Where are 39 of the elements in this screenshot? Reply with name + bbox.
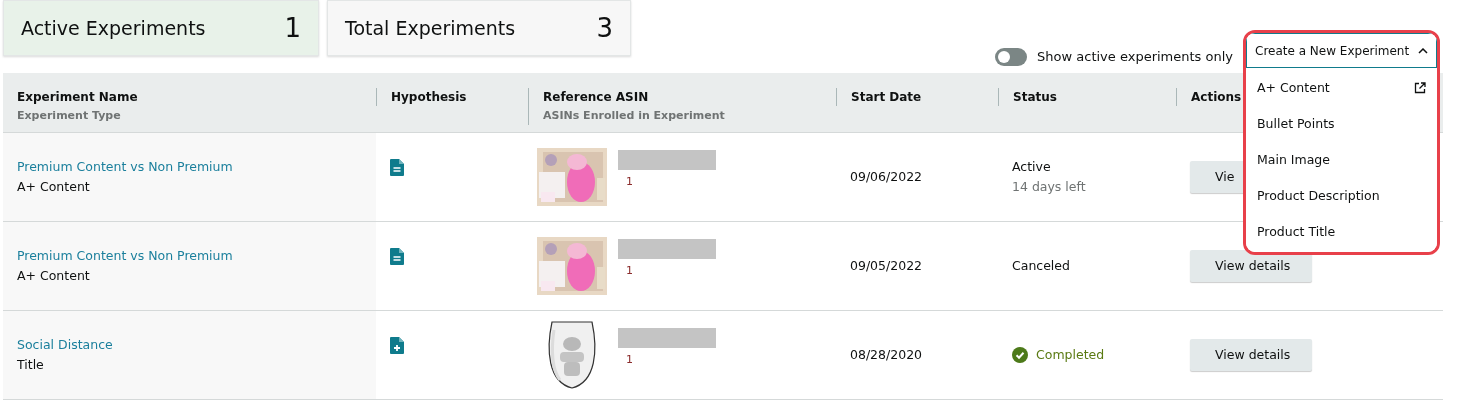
view-details-button[interactable]: View details xyxy=(1190,250,1312,282)
status-text: Canceled xyxy=(1012,256,1071,275)
column-subtitle: ASINs Enrolled in Experiment xyxy=(543,108,726,124)
menu-item[interactable]: Product Title xyxy=(1246,214,1437,250)
experiment-link[interactable]: Premium Content vs Non Premium xyxy=(17,246,376,266)
status-note: 14 days left xyxy=(1012,177,1087,196)
enrolled-count: 1 xyxy=(625,262,634,279)
status-text: Completed xyxy=(1036,345,1105,364)
experiment-type: A+ Content xyxy=(17,177,91,196)
view-details-button[interactable]: View details xyxy=(1190,339,1312,371)
stat-label: Active Experiments xyxy=(21,15,206,41)
column-header: Status xyxy=(1013,89,1058,106)
menu-item[interactable]: Product Description xyxy=(1246,178,1437,214)
column-subtitle: Experiment Type xyxy=(17,108,122,124)
enrolled-count: 1 xyxy=(625,173,634,190)
stat-value: 3 xyxy=(596,11,613,45)
column-header: Hypothesis xyxy=(391,89,468,106)
status-text: Active xyxy=(1012,157,1052,176)
start-date: 09/05/2022 xyxy=(849,256,924,275)
create-experiment-dropdown[interactable]: Create a New Experiment xyxy=(1246,33,1437,68)
column-header: Start Date xyxy=(851,89,923,106)
experiment-link[interactable]: Premium Content vs Non Premium xyxy=(17,157,376,177)
menu-item[interactable]: Bullet Points xyxy=(1246,106,1437,142)
toggle-label: Show active experiments only xyxy=(1037,48,1233,67)
column-header: Experiment Name xyxy=(17,89,139,106)
experiment-type: Title xyxy=(17,355,45,374)
column-header: Actions xyxy=(1191,89,1243,106)
stat-card[interactable]: Total Experiments 3 xyxy=(327,0,631,56)
menu-item[interactable]: A+ Content xyxy=(1246,70,1437,106)
enrolled-count: 1 xyxy=(625,351,634,368)
start-date: 08/28/2020 xyxy=(849,345,924,364)
stat-label: Total Experiments xyxy=(345,15,516,41)
experiment-type: A+ Content xyxy=(17,266,91,285)
menu-item[interactable]: Main Image xyxy=(1246,142,1437,178)
stat-value: 1 xyxy=(284,11,301,45)
experiment-link[interactable]: Social Distance xyxy=(17,335,376,355)
stat-card[interactable]: Active Experiments 1 xyxy=(3,0,319,56)
column-header: Reference ASIN xyxy=(543,89,650,106)
start-date: 09/06/2022 xyxy=(849,167,924,186)
